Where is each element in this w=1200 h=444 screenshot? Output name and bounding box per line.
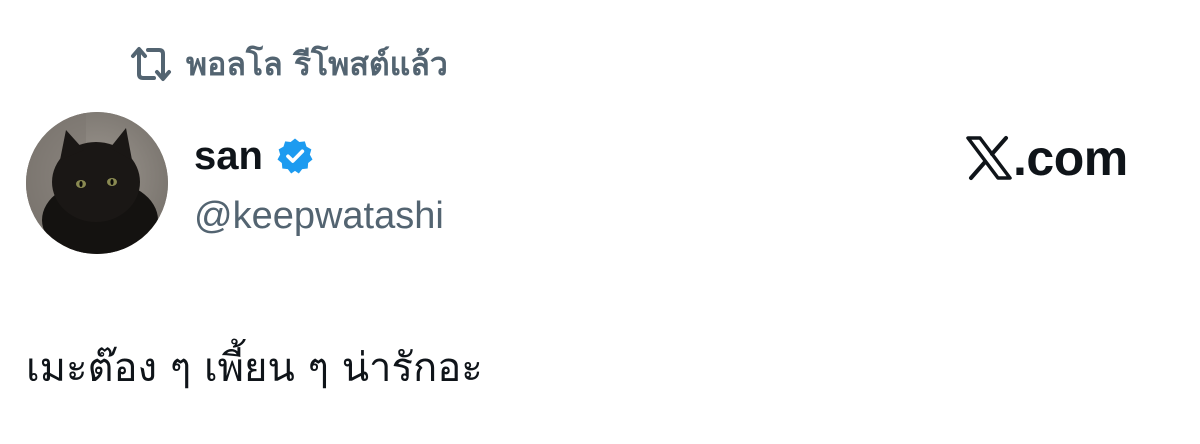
site-domain-label: .com (1013, 130, 1128, 186)
verified-badge-icon (275, 136, 315, 176)
site-watermark: .com (965, 130, 1128, 186)
display-name[interactable]: san (194, 128, 263, 184)
repost-label[interactable]: พอลโล รีโพสต์แล้ว (186, 38, 448, 90)
black-cat-avatar (26, 112, 168, 254)
avatar[interactable] (26, 112, 168, 254)
author-name-row[interactable]: san (194, 128, 315, 184)
post-text: เมะต๊อง ๆ เพี้ยน ๆ น่ารักอะ (26, 345, 483, 391)
x-logo-icon (965, 135, 1013, 181)
author-handle[interactable]: @keepwatashi (194, 190, 444, 242)
repost-icon (128, 44, 174, 84)
repost-indicator[interactable]: พอลโล รีโพสต์แล้ว (128, 38, 448, 90)
